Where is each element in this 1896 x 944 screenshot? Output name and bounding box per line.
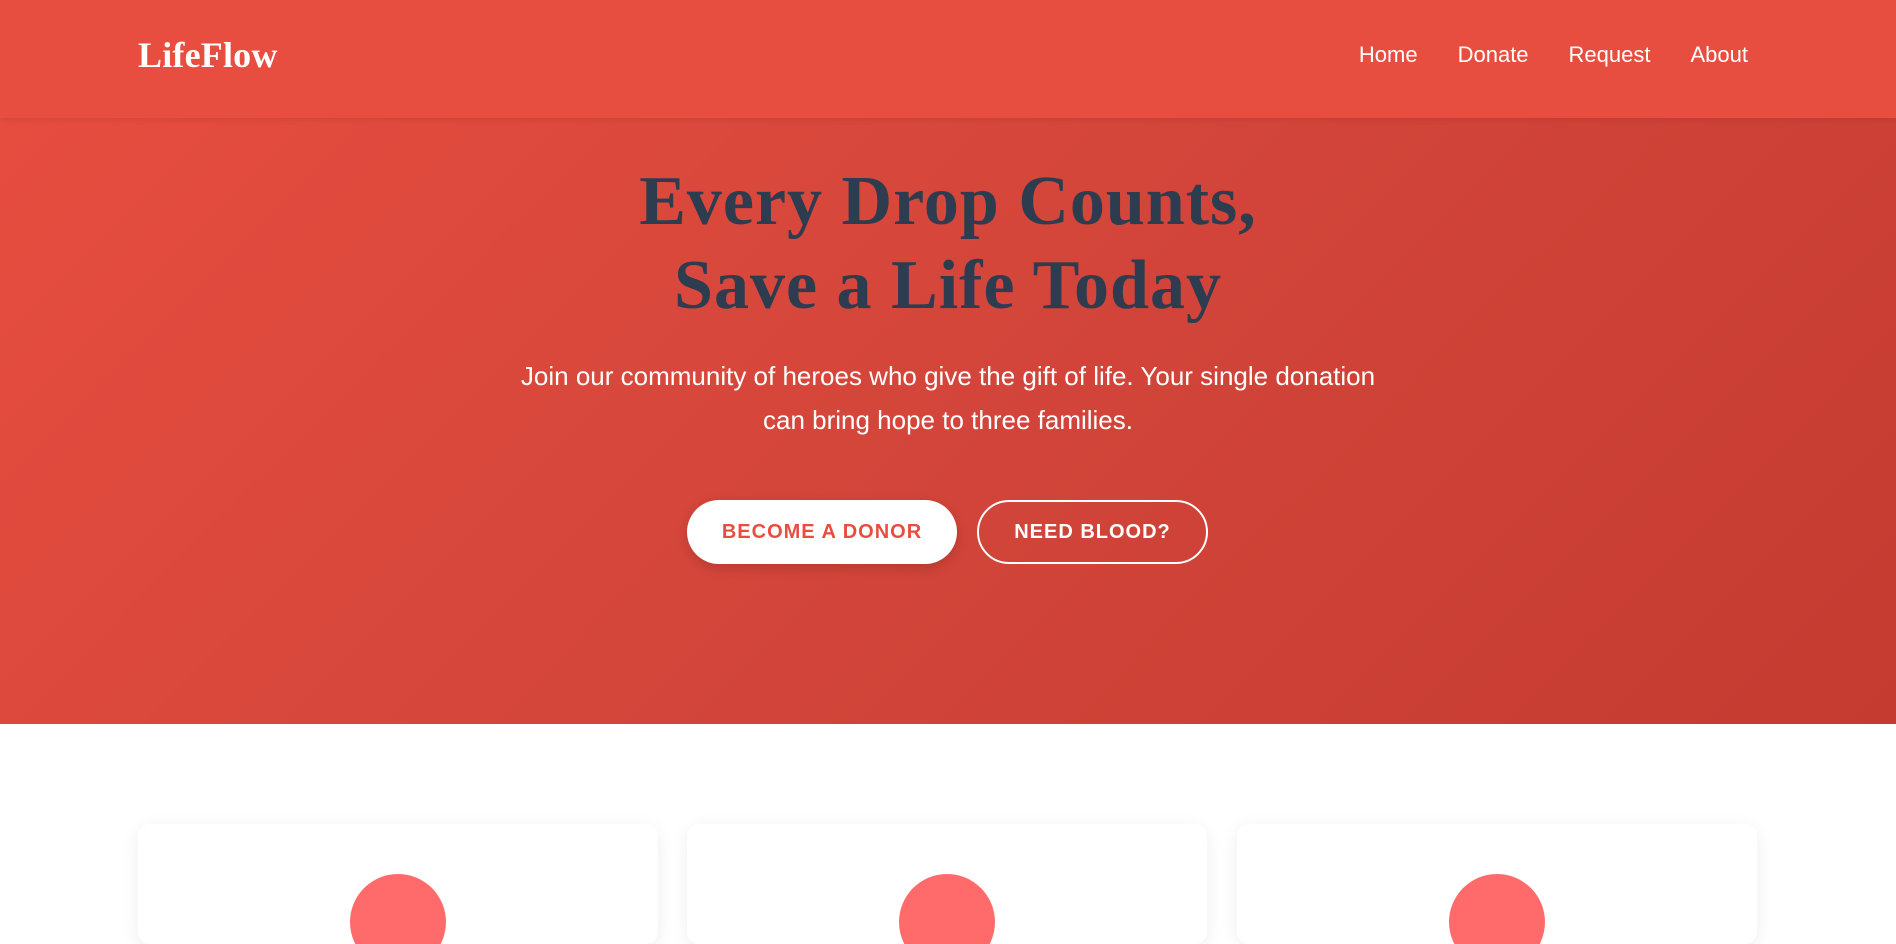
need-blood-button[interactable]: NEED BLOOD?: [977, 500, 1208, 564]
site-header: LifeFlow Home Donate Request About: [0, 0, 1896, 118]
feature-cards-section: [0, 724, 1896, 944]
hero-subtitle-line-2: can bring hope to three families.: [763, 405, 1133, 435]
card-icon-circle-icon: [899, 874, 995, 944]
hero-title-line-1: Every Drop Counts,: [639, 163, 1257, 240]
brand-logo[interactable]: LifeFlow: [138, 34, 278, 76]
hero-subtitle: Join our community of heroes who give th…: [498, 354, 1398, 442]
nav-link-home[interactable]: Home: [1359, 42, 1418, 68]
hero-section: Every Drop Counts, Save a Life Today Joi…: [0, 118, 1896, 724]
main-nav: Home Donate Request About: [1359, 42, 1748, 68]
hero-title-line-2: Save a Life Today: [674, 247, 1222, 324]
feature-card: [138, 824, 658, 944]
become-donor-button[interactable]: BECOME A DONOR: [687, 500, 957, 564]
nav-link-about[interactable]: About: [1691, 42, 1749, 68]
nav-link-request[interactable]: Request: [1569, 42, 1651, 68]
nav-link-donate[interactable]: Donate: [1458, 42, 1529, 68]
hero-title: Every Drop Counts, Save a Life Today: [0, 160, 1896, 328]
card-icon-circle-icon: [350, 874, 446, 944]
feature-card: [1237, 824, 1757, 944]
feature-card: [687, 824, 1207, 944]
card-icon-circle-icon: [1449, 874, 1545, 944]
hero-subtitle-line-1: Join our community of heroes who give th…: [520, 361, 1376, 391]
